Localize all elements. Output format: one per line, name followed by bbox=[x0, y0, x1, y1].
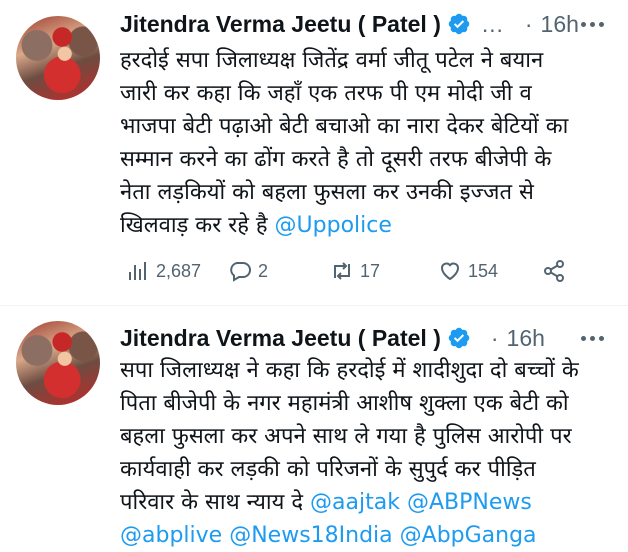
text-line: भाजपा बेटी पढ़ाओ बेटी बचाओ का नारा देकर … bbox=[120, 114, 569, 139]
separator-dot: · bbox=[490, 325, 499, 351]
text-line: हरदोई सपा जिलाध्यक्ष जितेंद्र वर्मा जीतू… bbox=[120, 48, 544, 73]
reply-bubble-icon bbox=[230, 262, 251, 282]
like-button[interactable]: 154 bbox=[438, 256, 498, 286]
avatar[interactable] bbox=[16, 321, 100, 405]
mention-link[interactable]: @ABPNews bbox=[407, 490, 532, 515]
retweet-button[interactable]: 17 bbox=[330, 256, 380, 286]
text-line: पिता बीजेपी के नगर महामंत्री आशीष शुक्ला… bbox=[120, 391, 569, 416]
text-segment: परिवार के साथ न्याय दे bbox=[120, 490, 304, 515]
tweet-1[interactable]: Jitendra Verma Jeetu ( Patel ) … · 16h ह… bbox=[0, 0, 628, 305]
tweet-2[interactable]: Jitendra Verma Jeetu ( Patel ) · 16h सपा… bbox=[0, 305, 628, 550]
author-name[interactable]: Jitendra Verma Jeetu ( Patel ) bbox=[120, 322, 441, 354]
mention-link[interactable]: @Uppolice bbox=[275, 213, 392, 238]
retweet-icon bbox=[334, 262, 350, 280]
verified-badge-icon bbox=[448, 13, 470, 35]
reply-button[interactable]: 2 bbox=[228, 256, 268, 286]
text-line: बहला फुसला कर अपने साथ ले गया है पुलिस आ… bbox=[120, 424, 572, 449]
text-segment: खिलवाड़ कर रहे है bbox=[120, 213, 268, 238]
text-line: नेता लड़कियों को बहला फुसला कर उनकी इज्ज… bbox=[120, 180, 534, 205]
more-dots-icon[interactable] bbox=[581, 335, 612, 341]
views-count: 2,687 bbox=[156, 260, 202, 281]
tweet-timestamp[interactable]: 16h bbox=[507, 322, 545, 354]
share-nodes-icon bbox=[544, 260, 564, 282]
text-line: जारी कर कहा कि जहाँ एक तरफ पी एम मोदी जी… bbox=[120, 81, 532, 106]
mention-link[interactable]: @aajtak bbox=[310, 490, 400, 515]
tweet-text: सपा जिलाध्यक्ष ने कहा कि हरदोई में शादीश… bbox=[120, 354, 616, 552]
verified-badge-icon bbox=[448, 327, 470, 349]
views-button[interactable]: 2,687 bbox=[126, 256, 201, 286]
name-truncation: … bbox=[480, 11, 505, 37]
mention-link[interactable]: @abplive bbox=[120, 523, 222, 548]
avatar[interactable] bbox=[16, 16, 100, 100]
more-dots-icon[interactable] bbox=[581, 21, 612, 27]
tweet-actions: 2,687 2 17 154 bbox=[120, 256, 590, 286]
separator-dot: · bbox=[524, 11, 533, 37]
tweet-text: हरदोई सपा जिलाध्यक्ष जितेंद्र वर्मा जीतू… bbox=[120, 44, 616, 242]
tweet-header: Jitendra Verma Jeetu ( Patel ) … · 16h bbox=[120, 8, 612, 40]
retweet-count: 17 bbox=[360, 260, 381, 281]
share-button[interactable] bbox=[542, 256, 572, 286]
heart-icon bbox=[440, 262, 460, 281]
mention-link[interactable]: @AbpGanga bbox=[400, 523, 537, 548]
views-bar-chart-icon bbox=[129, 262, 146, 280]
mention-link[interactable]: @News18India bbox=[229, 523, 392, 548]
text-line: सपा जिलाध्यक्ष ने कहा कि हरदोई में शादीश… bbox=[120, 358, 579, 383]
text-line: कार्यवाही कर लड़की को परिजनों के सुपुर्द… bbox=[120, 457, 536, 482]
tweet-header: Jitendra Verma Jeetu ( Patel ) · 16h bbox=[120, 322, 612, 354]
tweet-timestamp[interactable]: 16h bbox=[541, 8, 579, 40]
text-line: परिवार के साथ न्याय दे @aajtak @ABPNews bbox=[120, 486, 616, 519]
reply-count: 2 bbox=[258, 260, 269, 281]
text-line: खिलवाड़ कर रहे है @Uppolice bbox=[120, 209, 616, 242]
text-line: सम्मान करने का ढोंग करते है तो दूसरी तरफ… bbox=[120, 147, 552, 172]
text-line: @abplive @News18India @AbpGanga bbox=[120, 519, 616, 552]
author-name[interactable]: Jitendra Verma Jeetu ( Patel ) bbox=[120, 8, 441, 40]
like-count: 154 bbox=[468, 260, 499, 281]
